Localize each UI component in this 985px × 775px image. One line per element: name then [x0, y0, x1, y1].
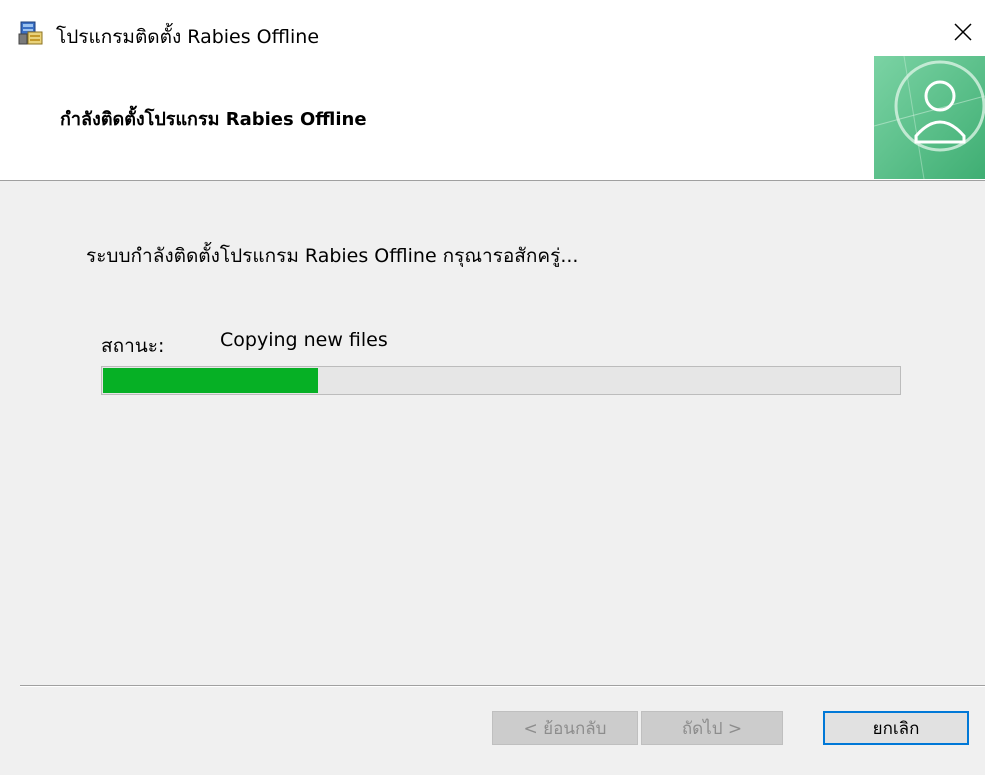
progress-bar-fill [103, 368, 318, 393]
footer-divider [20, 685, 985, 687]
status-value: Copying new files [220, 329, 388, 351]
close-button[interactable] [940, 14, 985, 54]
title-bar: โปรแกรมติดตั้ง Rabies Offline [0, 0, 985, 56]
window-title: โปรแกรมติดตั้ง Rabies Offline [56, 26, 320, 48]
status-label: สถานะ: [101, 335, 165, 357]
installer-icon [18, 20, 44, 46]
installer-window: โปรแกรมติดตั้ง Rabies Offline กำลังติดตั… [0, 0, 985, 775]
cancel-button[interactable]: ยกเลิก [823, 711, 969, 745]
globe-user-icon [873, 55, 985, 180]
back-button[interactable]: < ย้อนกลับ [492, 711, 638, 745]
progress-bar [101, 366, 901, 395]
header-banner: กำลังติดตั้งโปรแกรม Rabies Offline [0, 55, 985, 181]
close-icon [953, 22, 973, 46]
next-button[interactable]: ถัดไป > [641, 711, 783, 745]
install-description: ระบบกำลังติดตั้งโปรแกรม Rabies Offline ก… [86, 245, 579, 267]
page-title: กำลังติดตั้งโปรแกรม Rabies Offline [60, 109, 367, 130]
